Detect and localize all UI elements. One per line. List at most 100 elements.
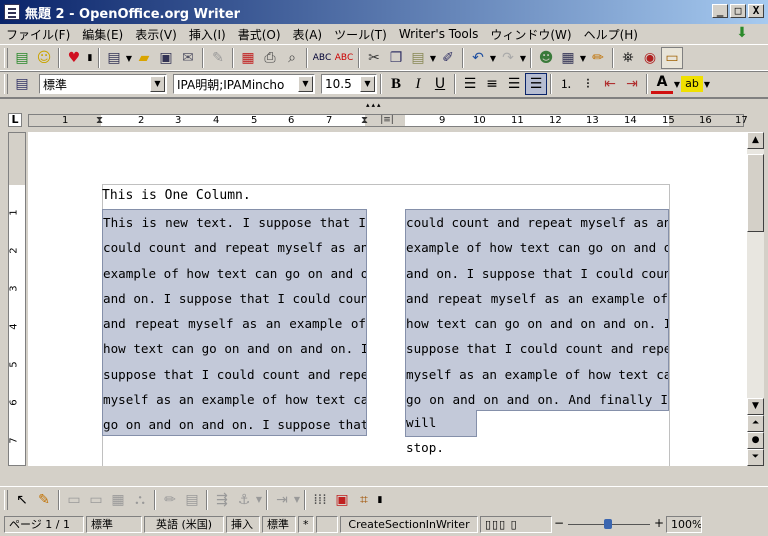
close-button[interactable]: X — [748, 4, 764, 18]
document-new-icon[interactable]: ▤ — [103, 47, 125, 69]
zoom-out-icon[interactable]: − — [554, 516, 564, 530]
table-icon[interactable]: ▦ — [557, 47, 579, 69]
redo-icon[interactable]: ↷ — [497, 47, 519, 69]
section-column-1[interactable]: This is new text. I suppose that I could… — [102, 209, 367, 436]
paste-icon[interactable]: ▤ — [407, 47, 429, 69]
underline-button[interactable]: U — [429, 73, 451, 95]
horizontal-ruler[interactable]: L 1 2 3 4 5 6 7 9 10 11 12 13 14 15 16 1… — [0, 110, 768, 132]
menu-view[interactable]: 表示(V) — [129, 26, 183, 43]
align-left-icon[interactable]: ☰ — [459, 73, 481, 95]
anchor-icon[interactable]: ⚓ — [233, 489, 255, 511]
menu-file[interactable]: ファイル(F) — [0, 26, 76, 43]
select-arrow-icon[interactable]: ↖ — [11, 489, 33, 511]
heart-icon[interactable]: ♥ — [63, 47, 85, 69]
auto-spellcheck-icon[interactable]: ABC — [333, 47, 355, 69]
print-preview-icon[interactable]: ⌕ — [281, 47, 303, 69]
menu-writers-tools[interactable]: Writer's Tools — [393, 27, 485, 41]
chevron-down-icon[interactable]: ▼ — [360, 76, 375, 92]
pdf-icon[interactable]: ▦ — [237, 47, 259, 69]
document-canvas[interactable]: This is One Column. This is new text. I … — [28, 132, 747, 466]
bullets-icon[interactable]: ⁝ — [577, 73, 599, 95]
chevron-down-icon[interactable]: ▼ — [673, 80, 681, 89]
left-indent-marker-icon[interactable]: ⧗ — [96, 115, 106, 127]
vertical-scrollbar[interactable]: ▲ ▼ ⏶ ● ⏷ — [747, 132, 764, 466]
rectangle-icon[interactable]: ▭ — [63, 489, 85, 511]
wrap-icon[interactable]: ⇶ — [211, 489, 233, 511]
bold-button[interactable]: B — [385, 73, 407, 95]
chevron-down-icon[interactable]: ▼ — [255, 495, 263, 504]
italic-button[interactable]: I — [407, 73, 429, 95]
cut-icon[interactable]: ✂ — [363, 47, 385, 69]
save-icon[interactable]: ▣ — [155, 47, 177, 69]
menu-table[interactable]: 表(A) — [287, 26, 329, 43]
page-indicator[interactable]: ページ 1 / 1 — [4, 515, 84, 533]
next-page-icon[interactable]: ⏷ — [747, 449, 764, 466]
chevron-down-icon[interactable]: ▼ — [519, 54, 527, 63]
chevron-down-icon[interactable]: ▼ — [703, 80, 711, 89]
section-column-2-last-line[interactable]: will stop. — [405, 410, 477, 455]
scroll-thumb[interactable] — [747, 154, 764, 232]
scroll-up-button[interactable]: ▲ — [747, 132, 764, 149]
page-style-indicator[interactable]: 標準 — [86, 515, 142, 533]
clone-formatting-icon[interactable]: ✐ — [437, 47, 459, 69]
numbering-icon[interactable]: ⒈ — [555, 73, 577, 95]
title-bar[interactable]: 無題 2 - OpenOffice.org Writer _ □ X — [0, 0, 768, 24]
toolbar-dropdown-icon[interactable]: ▮ — [85, 47, 95, 69]
insert-mode-indicator[interactable]: 挿入 — [226, 515, 260, 533]
decrease-indent-icon[interactable]: ⇤ — [599, 73, 621, 95]
paragraph-style-select[interactable]: 標準 ▼ — [39, 74, 167, 94]
grid-icon[interactable]: ⁞⁞⁞ — [309, 489, 331, 511]
document-new-icon[interactable]: ▤ — [11, 47, 33, 69]
menu-window[interactable]: ウィンドウ(W) — [484, 26, 577, 43]
chevron-down-icon[interactable]: ▼ — [489, 54, 497, 63]
email-icon[interactable]: ✉ — [177, 47, 199, 69]
menu-edit[interactable]: 編集(E) — [76, 26, 129, 43]
chevron-down-icon[interactable]: ▼ — [298, 76, 313, 92]
menu-insert[interactable]: 挿入(I) — [183, 26, 232, 43]
zoom-slider[interactable]: − + — [554, 516, 664, 533]
styles-formatting-icon[interactable]: ▤ — [11, 73, 33, 95]
view-layout-icons[interactable]: ▯▯▯ ▯ — [480, 515, 552, 533]
properties-icon[interactable]: ▣ — [331, 489, 353, 511]
spellcheck-icon[interactable]: ABC — [311, 47, 333, 69]
toolbar-dropdown-icon[interactable]: ▮ — [375, 489, 385, 511]
justify-icon[interactable]: ☰ — [525, 73, 547, 95]
zoom-knob[interactable] — [604, 518, 612, 529]
increase-indent-icon[interactable]: ⇥ — [621, 73, 643, 95]
table-icon[interactable]: ▦ — [107, 489, 129, 511]
font-size-select[interactable]: 10.5 ▼ — [321, 74, 377, 94]
align-objects-icon[interactable]: ⇥ — [271, 489, 293, 511]
highlighting-icon[interactable]: ab — [681, 76, 703, 92]
menu-tools[interactable]: ツール(T) — [328, 26, 393, 43]
language-indicator[interactable]: 英語 (米国) — [144, 515, 224, 533]
menu-help[interactable]: ヘルプ(H) — [578, 26, 644, 43]
show-draw-functions-icon[interactable]: ✏ — [587, 47, 609, 69]
align-right-icon[interactable]: ☰ — [503, 73, 525, 95]
minimize-button[interactable]: _ — [712, 4, 728, 18]
edit-points-icon[interactable]: ✏ — [159, 489, 181, 511]
gallery-icon[interactable]: ☻ — [535, 47, 557, 69]
navigator-icon[interactable]: ◉ — [639, 47, 661, 69]
maximize-button[interactable]: □ — [730, 4, 746, 18]
previous-page-icon[interactable]: ⏶ — [747, 415, 764, 432]
scroll-down-button[interactable]: ▼ — [747, 398, 764, 415]
edit-icon[interactable]: ✎ — [207, 47, 229, 69]
toolbar-grip[interactable] — [4, 489, 8, 510]
align-center-icon[interactable]: ≡ — [481, 73, 503, 95]
toolbar-grip[interactable] — [4, 48, 8, 68]
chevron-down-icon[interactable]: ▼ — [150, 76, 165, 92]
collapse-handle-icon[interactable]: ▴▴▴ — [366, 101, 383, 109]
chevron-down-icon[interactable]: ▼ — [429, 54, 437, 63]
one-column-paragraph[interactable]: This is One Column. — [102, 188, 251, 203]
chevron-down-icon[interactable]: ▼ — [125, 54, 133, 63]
zoom-in-icon[interactable]: + — [654, 516, 664, 530]
digital-signature-indicator[interactable] — [316, 515, 338, 533]
ellipse-icon[interactable]: ▭ — [85, 489, 107, 511]
font-name-select[interactable]: IPA明朝;IPAMincho ▼ — [173, 74, 315, 94]
chevron-down-icon[interactable]: ▼ — [293, 495, 301, 504]
chart-icon[interactable]: ⛬ — [129, 489, 151, 511]
menu-format[interactable]: 書式(O) — [232, 26, 287, 43]
undo-icon[interactable]: ↶ — [467, 47, 489, 69]
find-icon[interactable]: ⛯ — [617, 47, 639, 69]
print-icon[interactable]: ⎙ — [259, 47, 281, 69]
